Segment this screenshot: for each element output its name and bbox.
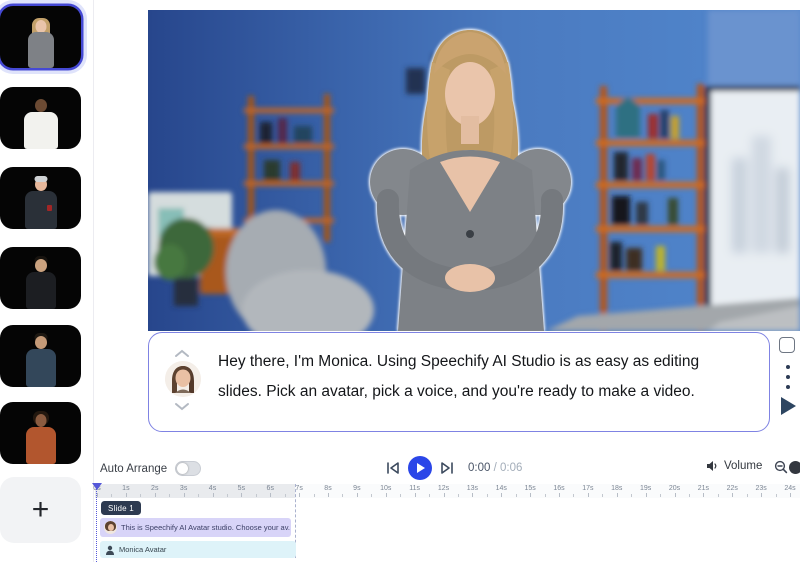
kebab-menu-icon[interactable] bbox=[786, 365, 790, 395]
time-total: 0:06 bbox=[499, 462, 523, 474]
time-current: 0:00 bbox=[468, 462, 491, 474]
playhead-line bbox=[96, 483, 97, 562]
avatar-thumbnail-monica[interactable] bbox=[0, 6, 81, 68]
skip-forward-icon[interactable] bbox=[440, 461, 454, 475]
script-row-checkbox[interactable] bbox=[779, 337, 795, 353]
speechify-studio-app: + Hey there, I'm Monica. Using Speechify… bbox=[0, 0, 800, 562]
script-avatar-thumb[interactable] bbox=[165, 361, 201, 397]
slide-badge[interactable]: Slide 1 bbox=[101, 501, 141, 515]
avatar-body bbox=[27, 32, 54, 68]
avatar-face bbox=[34, 99, 47, 112]
slider-knob[interactable] bbox=[789, 461, 800, 474]
play-icon bbox=[417, 463, 425, 473]
avatar-face bbox=[34, 336, 47, 349]
script-text[interactable]: Hey there, I'm Monica. Using Speechify A… bbox=[218, 347, 723, 407]
auto-arrange-toggle[interactable] bbox=[175, 461, 202, 476]
video-scene bbox=[148, 10, 800, 331]
script-track[interactable]: This is Speechify AI Avatar studio. Choo… bbox=[100, 518, 291, 537]
auto-arrange-control: Auto Arrange bbox=[100, 461, 202, 476]
auto-arrange-label: Auto Arrange bbox=[100, 462, 168, 475]
toggle-knob bbox=[177, 463, 189, 474]
avatar-thumbnail-3[interactable] bbox=[0, 167, 81, 229]
track-avatar-face-icon bbox=[104, 521, 117, 534]
video-preview[interactable] bbox=[148, 10, 800, 331]
zoom-out-icon[interactable] bbox=[774, 460, 788, 479]
add-avatar-button[interactable]: + bbox=[0, 477, 81, 543]
avatar-thumbnail-4[interactable] bbox=[0, 247, 81, 309]
transport-controls: 0:00 / 0:06 bbox=[386, 456, 522, 480]
avatar-face bbox=[34, 259, 47, 272]
avatar-sidebar: + bbox=[0, 0, 93, 562]
avatar-thumbnail-2[interactable] bbox=[0, 87, 81, 149]
time-display: 0:00 / 0:06 bbox=[468, 462, 522, 474]
volume-control[interactable]: Volume bbox=[706, 460, 762, 472]
skip-back-icon[interactable] bbox=[386, 461, 400, 475]
play-button[interactable] bbox=[408, 456, 432, 480]
volume-icon bbox=[707, 461, 717, 471]
script-avatar-face bbox=[165, 361, 201, 397]
pocket-square bbox=[47, 205, 52, 211]
avatar-body bbox=[25, 427, 56, 464]
volume-label: Volume bbox=[724, 460, 763, 472]
chevron-down-icon[interactable] bbox=[174, 402, 190, 411]
ruler-tick: 24s bbox=[784, 485, 800, 497]
avatar-hair bbox=[34, 176, 47, 182]
avatar-thumbnail-6[interactable] bbox=[0, 402, 81, 464]
time-separator: / bbox=[490, 462, 500, 474]
script-row-play-button[interactable] bbox=[781, 397, 796, 415]
avatar-track[interactable]: Monica Avatar bbox=[100, 541, 296, 558]
avatar-body bbox=[25, 349, 56, 387]
person-icon bbox=[106, 545, 114, 555]
avatar-track-label: Monica Avatar bbox=[119, 545, 167, 554]
ruler-ticks: 0s 1s 2s 3s 4s 5s 6s 7s 8s 9s 10s 11s 12s 13s 14s 15s 16… bbox=[93, 485, 800, 497]
playhead-handle[interactable] bbox=[92, 483, 102, 490]
avatar-body bbox=[25, 272, 56, 309]
sidebar-divider bbox=[93, 0, 94, 562]
script-track-label: This is Speechify AI Avatar studio. Choo… bbox=[121, 523, 290, 532]
avatar-body bbox=[23, 112, 58, 149]
avatar-face bbox=[35, 414, 46, 427]
avatar-thumbnail-5[interactable] bbox=[0, 325, 81, 387]
chevron-up-icon[interactable] bbox=[174, 349, 190, 358]
